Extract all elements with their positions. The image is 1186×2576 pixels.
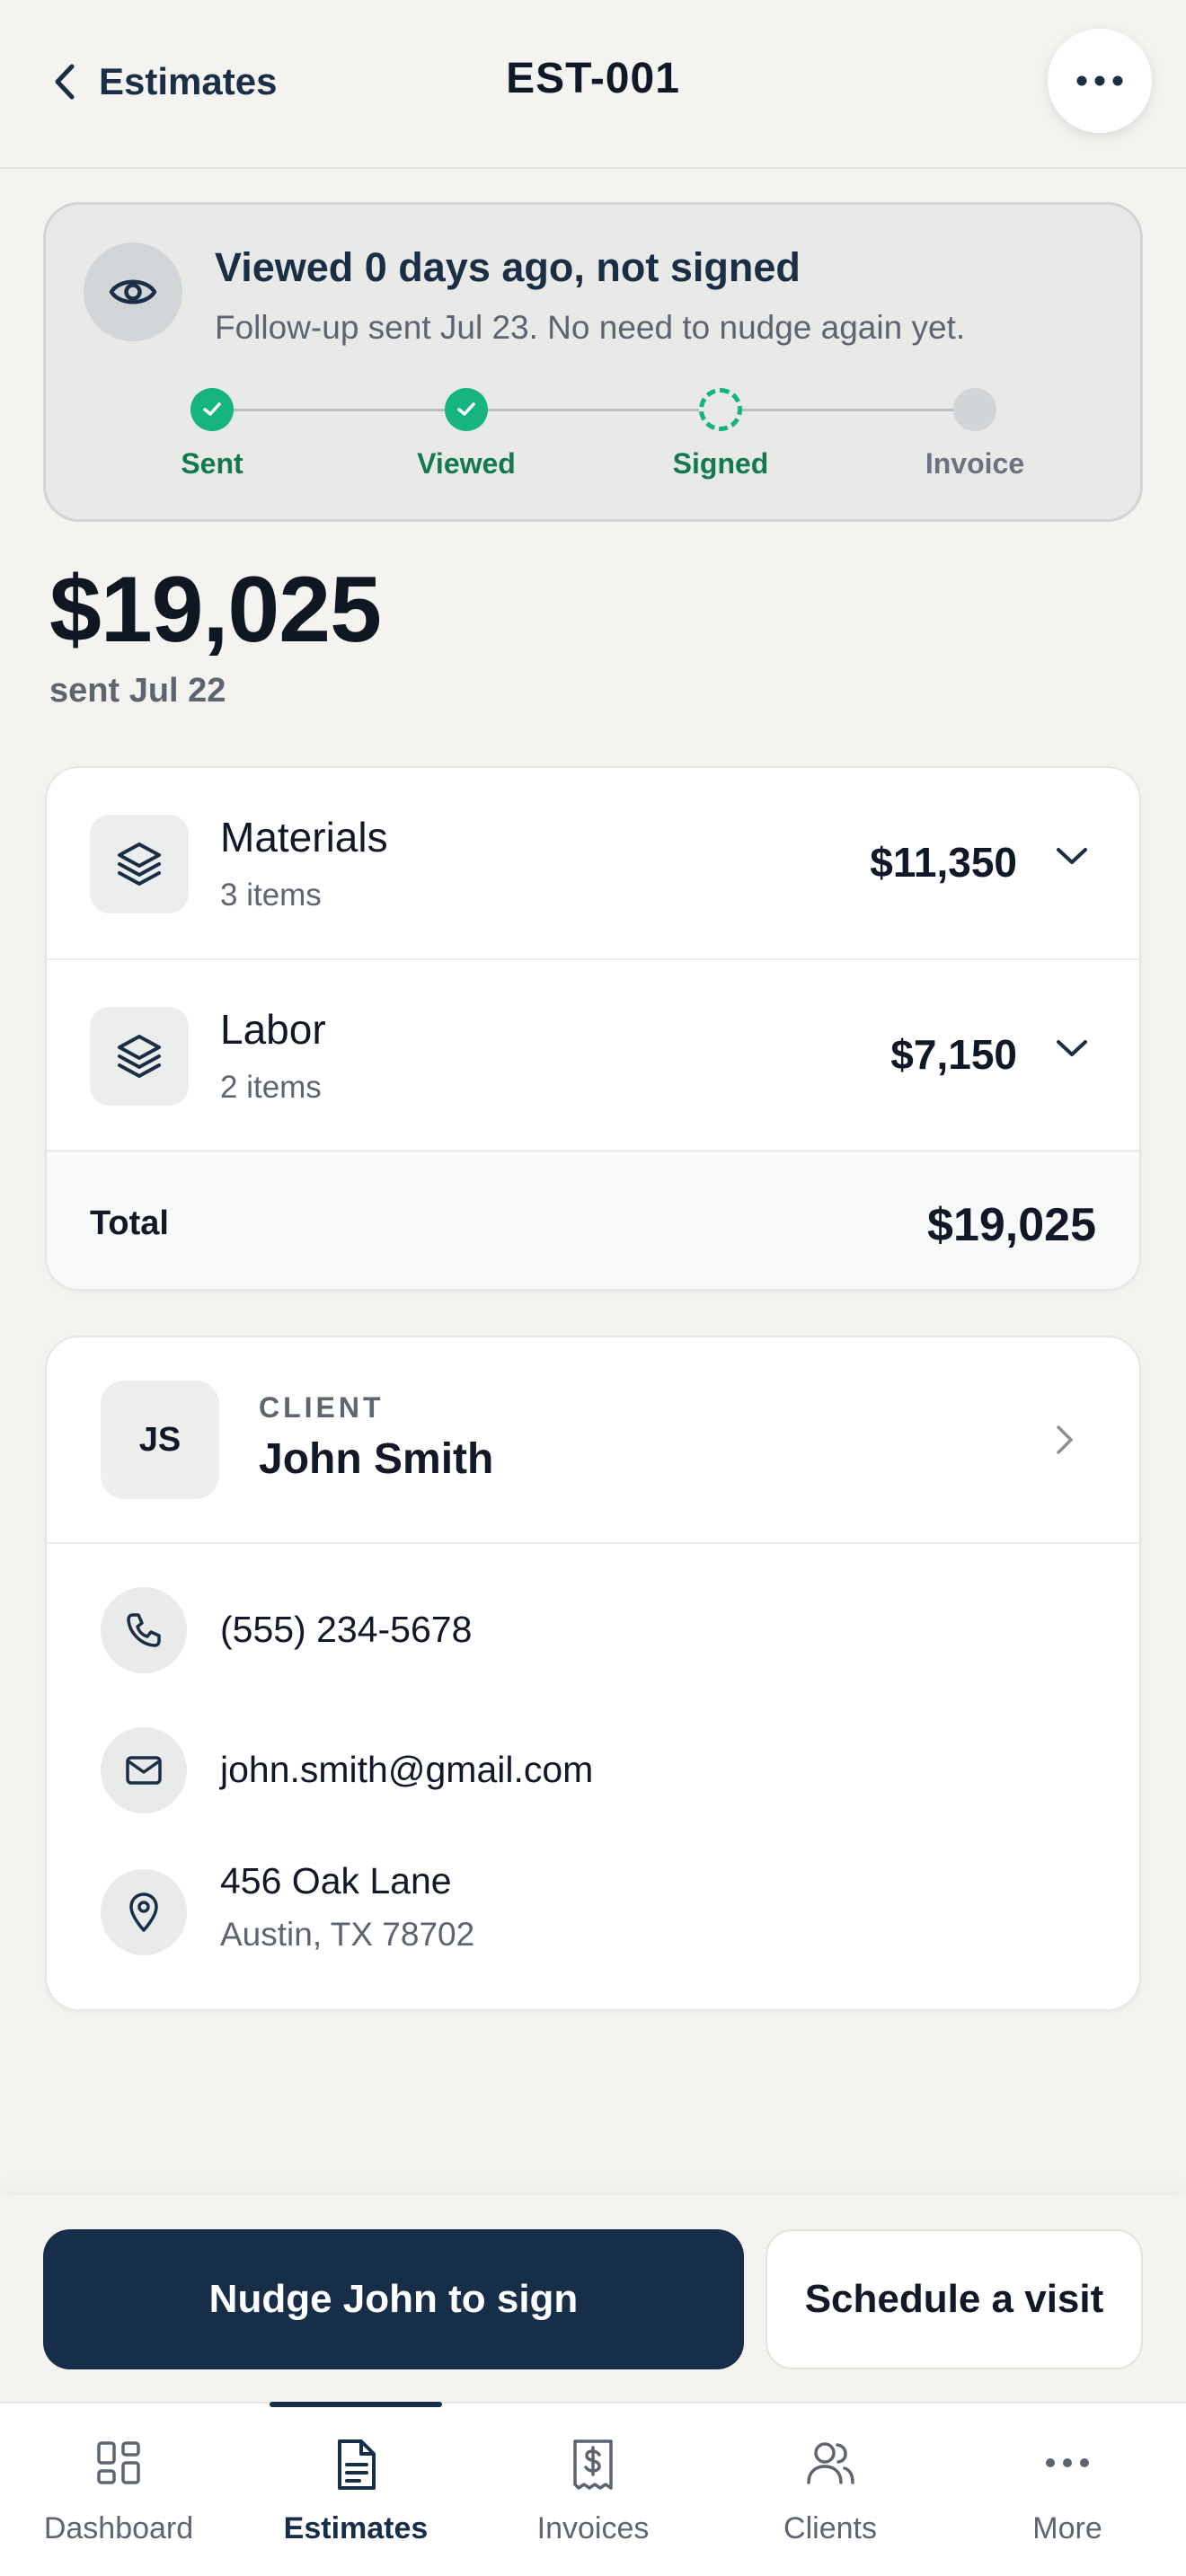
top-bar: Estimates EST-001 xyxy=(0,0,1186,169)
step-viewed: Viewed xyxy=(376,388,556,481)
action-bar: Nudge John to sign Schedule a visit xyxy=(0,2195,1186,2402)
check-icon xyxy=(445,388,488,431)
grid-icon xyxy=(0,2438,237,2488)
future-dot-icon xyxy=(953,388,996,431)
client-header[interactable]: JS CLIENT John Smith xyxy=(47,1337,1139,1544)
more-dots-icon xyxy=(1076,75,1123,86)
more-options-button[interactable] xyxy=(1048,29,1152,133)
tab-more[interactable]: More xyxy=(949,2404,1186,2576)
client-address-line2: Austin, TX 78702 xyxy=(220,1916,475,1953)
tab-bar: Dashboard Estimates Invoices Clients Mor… xyxy=(0,2402,1186,2576)
layers-icon xyxy=(90,815,189,913)
line-item-count: 2 items xyxy=(220,1070,322,1105)
client-email: john.smith@gmail.com xyxy=(220,1749,594,1790)
step-label: Invoice xyxy=(925,447,1025,480)
line-items-card: Materials 3 items $11,350 Labor 2 items … xyxy=(45,766,1141,1291)
mail-icon xyxy=(101,1727,187,1813)
contact-phone[interactable]: (555) 234-5678 xyxy=(47,1587,1139,1673)
map-pin-icon xyxy=(101,1869,187,1955)
phone-icon xyxy=(101,1587,187,1673)
chevron-right-icon xyxy=(1055,1424,1075,1456)
schedule-visit-button[interactable]: Schedule a visit xyxy=(766,2229,1143,2369)
client-phone: (555) 234-5678 xyxy=(220,1609,473,1650)
tab-clients[interactable]: Clients xyxy=(712,2404,949,2576)
line-item-amount: $7,150 xyxy=(890,1031,1017,1078)
document-icon xyxy=(237,2438,474,2492)
progress-track xyxy=(212,409,976,411)
users-icon xyxy=(712,2438,949,2488)
client-card: JS CLIENT John Smith (555) 234-5678 john… xyxy=(45,1336,1141,2011)
tab-label: More xyxy=(1032,2511,1102,2545)
avatar: JS xyxy=(101,1381,219,1499)
line-item-name: Materials xyxy=(220,814,388,860)
client-name: John Smith xyxy=(259,1435,494,1483)
line-item-materials[interactable]: Materials 3 items $11,350 xyxy=(47,768,1139,960)
active-tab-indicator xyxy=(270,2402,442,2407)
tab-dashboard[interactable]: Dashboard xyxy=(0,2404,237,2576)
page-title: EST-001 xyxy=(506,55,680,102)
line-item-count: 3 items xyxy=(220,878,322,913)
receipt-dollar-icon xyxy=(474,2438,712,2492)
step-label: Sent xyxy=(181,447,243,480)
status-card: Viewed 0 days ago, not signed Follow-up … xyxy=(43,202,1143,522)
total-row: Total $19,025 xyxy=(47,1155,1139,1289)
step-invoice: Invoice xyxy=(885,388,1065,481)
line-item-labor[interactable]: Labor 2 items $7,150 xyxy=(47,960,1139,1152)
contact-address[interactable]: 456 Oak Lane Austin, TX 78702 xyxy=(47,1860,1139,1977)
tab-label: Invoices xyxy=(536,2511,650,2545)
sent-date: sent Jul 22 xyxy=(49,672,226,710)
contact-email[interactable]: john.smith@gmail.com xyxy=(47,1727,1139,1813)
tab-invoices[interactable]: Invoices xyxy=(474,2404,712,2576)
step-label: Signed xyxy=(672,447,769,480)
eye-icon xyxy=(84,243,182,341)
layers-icon xyxy=(90,1007,189,1106)
step-sent: Sent xyxy=(122,388,302,481)
total-amount: $19,025 xyxy=(927,1199,1096,1251)
client-address-line1: 456 Oak Lane xyxy=(220,1860,452,1901)
step-label: Viewed xyxy=(417,447,516,480)
more-dots-icon xyxy=(949,2457,1186,2468)
check-icon xyxy=(190,388,234,431)
total-label: Total xyxy=(90,1204,169,1242)
tab-estimates[interactable]: Estimates xyxy=(237,2402,474,2576)
chevron-down-icon xyxy=(1055,845,1089,867)
tab-label: Clients xyxy=(783,2511,877,2545)
tab-label: Dashboard xyxy=(43,2511,194,2545)
nudge-button[interactable]: Nudge John to sign xyxy=(43,2229,744,2369)
client-kicker: CLIENT xyxy=(259,1391,385,1424)
pending-dot-icon xyxy=(699,388,742,431)
line-item-amount: $11,350 xyxy=(870,839,1017,886)
chevron-down-icon xyxy=(1055,1037,1089,1059)
status-subtitle: Follow-up sent Jul 23. No need to nudge … xyxy=(215,309,966,346)
estimate-amount: $19,025 xyxy=(49,558,382,662)
line-item-name: Labor xyxy=(220,1006,326,1053)
status-title: Viewed 0 days ago, not signed xyxy=(215,244,801,290)
tab-label: Estimates xyxy=(283,2511,429,2545)
step-signed: Signed xyxy=(631,388,810,481)
